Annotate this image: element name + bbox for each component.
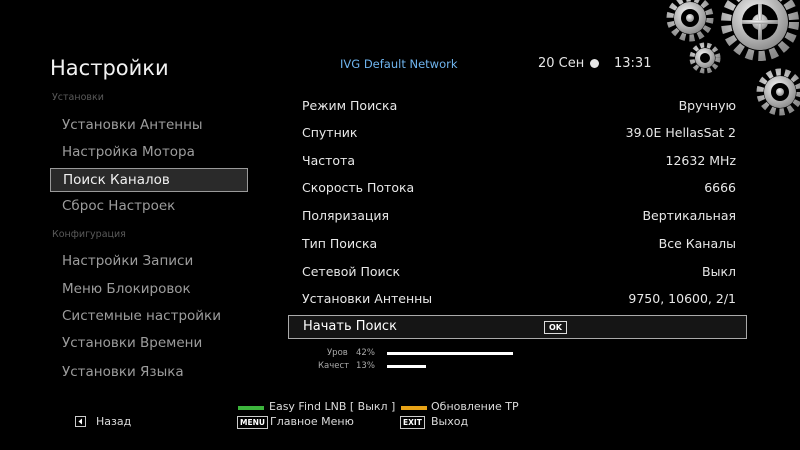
setting-label: Тип Поиска (302, 236, 378, 251)
signal-quality-label: Качест (318, 361, 350, 371)
sidebar-item-factory-reset[interactable]: Сброс Настроек (50, 195, 248, 219)
exit-label[interactable]: Выход (431, 415, 468, 428)
setting-label: Поляризация (302, 208, 390, 223)
setting-value: 9750, 10600, 2/1 (628, 291, 736, 306)
setting-row-satellite[interactable]: Спутник 39.0E HellasSat 2 (302, 121, 736, 145)
page-title: Настройки (50, 56, 169, 80)
date-display: 20 Сен (538, 56, 585, 71)
signal-quality-value: 13% (356, 361, 375, 371)
sidebar-item-motor-setup[interactable]: Настройка Мотора (50, 141, 248, 165)
section-installation: Установки (52, 92, 104, 103)
setting-row-search-type[interactable]: Тип Поиска Все Каналы (302, 232, 736, 256)
sidebar-item-antenna-setup[interactable]: Установки Антенны (50, 114, 248, 138)
exit-key-icon: EXIT (400, 416, 425, 429)
sidebar-item-language-settings[interactable]: Установки Языка (50, 361, 248, 385)
setting-label: Установки Антенны (302, 291, 433, 306)
green-key-icon (238, 406, 264, 410)
sidebar-item-parental-lock[interactable]: Меню Блокировок (50, 278, 248, 302)
ok-key-icon: OK (544, 321, 567, 334)
setting-row-polarization[interactable]: Поляризация Вертикальная (302, 204, 736, 228)
setting-value: Вертикальная (642, 208, 736, 223)
setting-row-antenna-setup[interactable]: Установки Антенны 9750, 10600, 2/1 (302, 287, 736, 311)
signal-quality-bar (387, 365, 426, 368)
setting-value: Выкл (702, 264, 736, 279)
network-name: IVG Default Network (340, 57, 458, 71)
sidebar-item-recording-settings[interactable]: Настройки Записи (50, 250, 248, 274)
sidebar-item-channel-search[interactable]: Поиск Каналов (50, 168, 248, 192)
signal-level-value: 42% (356, 348, 375, 358)
setting-label: Скорость Потока (302, 180, 415, 195)
setting-value: Все Каналы (658, 236, 736, 251)
back-key-icon (75, 416, 86, 427)
update-tp-label[interactable]: Обновление TP (431, 400, 519, 413)
yellow-key-icon (401, 406, 427, 410)
start-search-button[interactable]: Начать Поиск OK (288, 315, 747, 339)
setting-row-search-mode[interactable]: Режим Поиска Вручную (302, 94, 736, 118)
clock-icon (590, 59, 599, 68)
signal-level-label: Уров (327, 348, 348, 358)
setting-row-frequency[interactable]: Частота 12632 MHz (302, 149, 736, 173)
setting-label: Частота (302, 153, 355, 168)
main-menu-label[interactable]: Главное Меню (270, 415, 354, 428)
section-configuration: Конфигурация (52, 229, 126, 240)
setting-row-network-search[interactable]: Сетевой Поиск Выкл (302, 260, 736, 284)
setting-label: Режим Поиска (302, 98, 398, 113)
setting-row-symbol-rate[interactable]: Скорость Потока 6666 (302, 176, 736, 200)
sidebar-item-time-settings[interactable]: Установки Времени (50, 332, 248, 356)
start-search-label: Начать Поиск (303, 319, 397, 334)
easy-find-lnb-label[interactable]: Easy Find LNB [ Выкл ] (269, 400, 395, 413)
setting-label: Сетевой Поиск (302, 264, 401, 279)
time-display: 13:31 (614, 56, 652, 71)
sidebar-item-system-settings[interactable]: Системные настройки (50, 305, 248, 329)
setting-value: 39.0E HellasSat 2 (625, 125, 736, 140)
setting-value: 6666 (704, 180, 736, 195)
setting-label: Спутник (302, 125, 358, 140)
setting-value: 12632 MHz (665, 153, 736, 168)
signal-level-bar (387, 352, 513, 355)
setting-value: Вручную (678, 98, 736, 113)
menu-key-icon: MENU (237, 416, 268, 429)
back-label[interactable]: Назад (96, 415, 131, 428)
